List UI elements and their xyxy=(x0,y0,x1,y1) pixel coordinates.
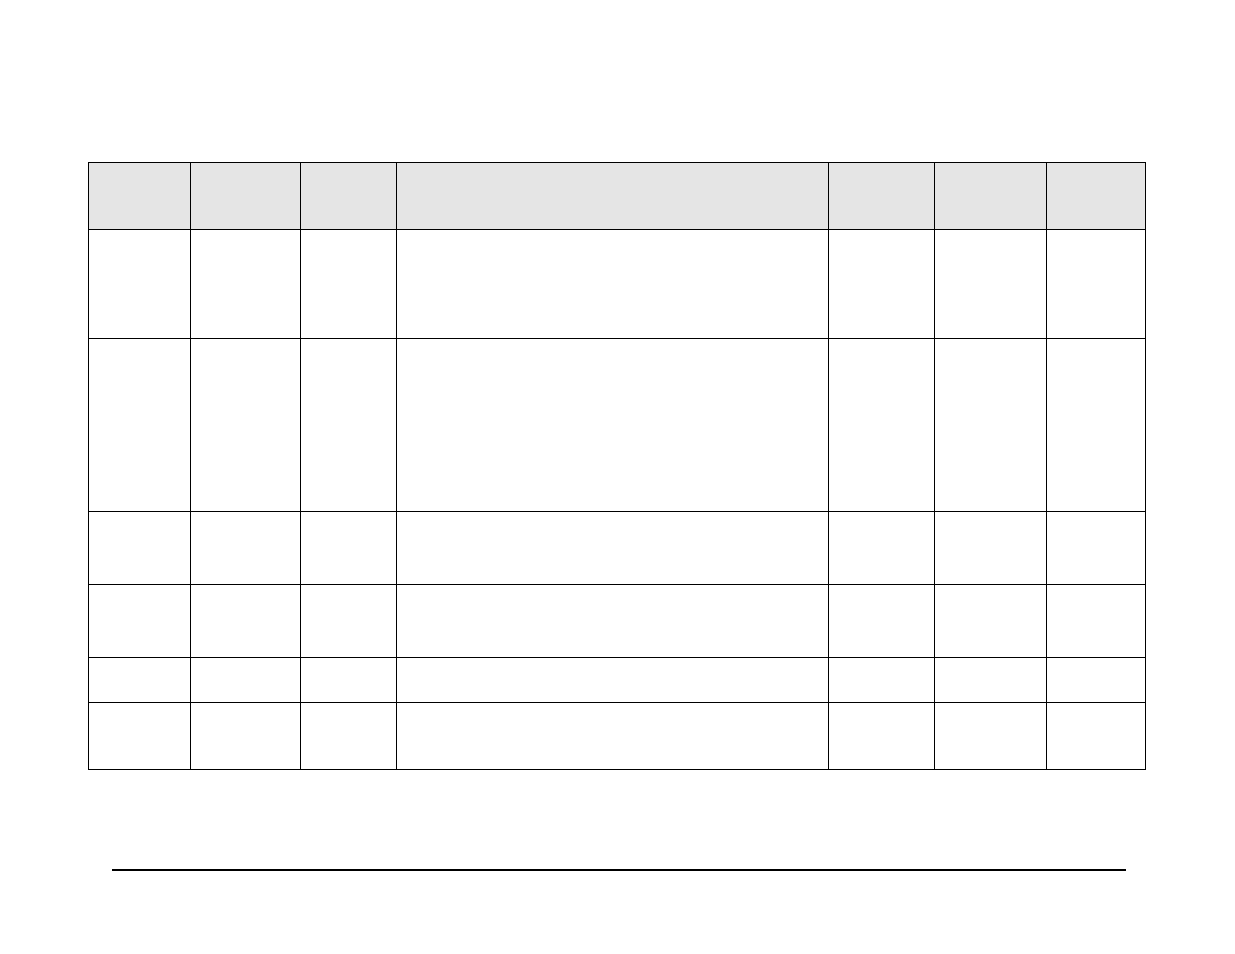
table-cell xyxy=(301,230,397,339)
table-header-cell xyxy=(301,163,397,230)
table-cell xyxy=(89,703,191,770)
table-cell xyxy=(301,585,397,658)
table-cell xyxy=(191,339,301,512)
table-row xyxy=(89,703,1146,770)
table-cell xyxy=(301,658,397,703)
table-header-cell xyxy=(935,163,1047,230)
table-cell xyxy=(301,512,397,585)
table-row xyxy=(89,585,1146,658)
table-header-cell xyxy=(1047,163,1146,230)
table-cell xyxy=(89,585,191,658)
table-cell xyxy=(935,230,1047,339)
table-row xyxy=(89,339,1146,512)
table-cell xyxy=(829,658,935,703)
table-cell xyxy=(397,658,829,703)
table-cell xyxy=(829,703,935,770)
table-cell xyxy=(1047,658,1146,703)
table-row xyxy=(89,658,1146,703)
table-cell xyxy=(829,512,935,585)
table-cell xyxy=(1047,703,1146,770)
table-cell xyxy=(1047,585,1146,658)
table-row xyxy=(89,230,1146,339)
table-cell xyxy=(397,512,829,585)
table-cell xyxy=(935,658,1047,703)
footer-divider xyxy=(112,869,1126,871)
table-header-cell xyxy=(829,163,935,230)
table-header-cell xyxy=(397,163,829,230)
table-header-row xyxy=(89,163,1146,230)
table-cell xyxy=(191,512,301,585)
table-cell xyxy=(935,585,1047,658)
table-cell xyxy=(397,339,829,512)
table-cell xyxy=(301,339,397,512)
table-cell xyxy=(1047,339,1146,512)
table-cell xyxy=(397,585,829,658)
table-cell xyxy=(1047,230,1146,339)
table-header-cell xyxy=(89,163,191,230)
table-cell xyxy=(89,512,191,585)
table-cell xyxy=(191,703,301,770)
table-cell xyxy=(829,230,935,339)
table-cell xyxy=(89,339,191,512)
table-cell xyxy=(89,658,191,703)
table-cell xyxy=(829,339,935,512)
table-cell xyxy=(397,703,829,770)
table-cell xyxy=(191,658,301,703)
table-cell xyxy=(191,230,301,339)
table-row xyxy=(89,512,1146,585)
table-cell xyxy=(1047,512,1146,585)
table-cell xyxy=(89,230,191,339)
table-cell xyxy=(935,339,1047,512)
page xyxy=(0,0,1235,954)
table-cell xyxy=(935,703,1047,770)
table-cell xyxy=(301,703,397,770)
table-header-cell xyxy=(191,163,301,230)
data-table xyxy=(88,162,1146,770)
table-cell xyxy=(829,585,935,658)
table-cell xyxy=(935,512,1047,585)
table-cell xyxy=(191,585,301,658)
table-cell xyxy=(397,230,829,339)
